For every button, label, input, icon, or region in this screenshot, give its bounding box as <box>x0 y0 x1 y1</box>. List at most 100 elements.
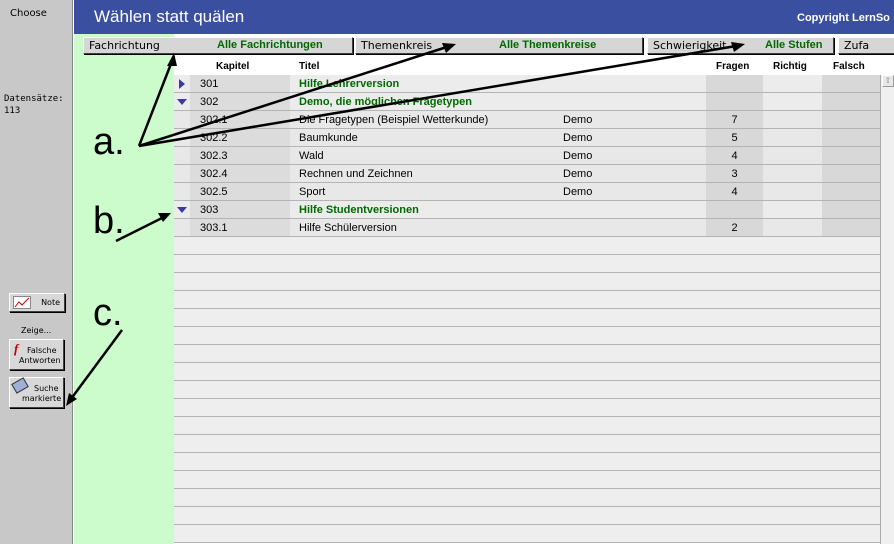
chapter-row[interactable]: 302.4 Rechnen und Zeichnen Demo 3 <box>174 165 880 183</box>
filter-fachrichtung-label: Fachrichtung <box>89 39 160 52</box>
chapter-row[interactable]: 302.2 Baumkunde Demo 5 <box>174 129 880 147</box>
filter-themenkreis-value: Alle Themenkreise <box>499 39 597 51</box>
falsch-cell <box>822 165 880 182</box>
empty-row <box>174 381 880 399</box>
chapter-group-row[interactable]: 301 Hilfe Lehrerversion <box>174 75 880 93</box>
chapter-row[interactable]: 302.1 Die Fragetypen (Beispiel Wetterkund… <box>174 111 880 129</box>
annotation-a: a. <box>93 121 125 163</box>
zeige-label: Zeige... <box>21 326 52 335</box>
search-marked-label-1: Suche <box>34 384 59 393</box>
empty-row <box>174 507 880 525</box>
typ-value: Demo <box>563 150 593 162</box>
kapitel-value: 302 <box>200 96 219 108</box>
column-header-titel[interactable]: Titel <box>299 61 319 72</box>
falsch-cell <box>822 219 880 236</box>
app-title: Wählen statt quälen <box>94 7 245 26</box>
fragen-value: 5 <box>731 132 738 144</box>
kapitel-value: 302.2 <box>200 132 228 144</box>
table-header: Kapitel Titel Fragen Richtig Falsch <box>174 58 894 75</box>
column-header-richtig[interactable]: Richtig <box>773 61 807 72</box>
titel-value: Die Fragetypen (Beispiel Wetterkunde) <box>299 114 489 126</box>
copyright-text: Copyright LernSo <box>797 12 890 24</box>
wrong-answers-label-1: Falsche <box>27 346 57 355</box>
fragen-value: 3 <box>731 168 738 180</box>
chart-icon <box>13 296 31 309</box>
fragen-value: 4 <box>731 150 738 162</box>
record-count-value: 113 <box>4 106 21 116</box>
empty-row <box>174 489 880 507</box>
chapter-row[interactable]: 303.1 Hilfe Schülerversion 2 <box>174 219 880 237</box>
titel-value: Sport <box>299 186 326 198</box>
filter-schwierigkeit[interactable]: Schwierigkeit Alle Stufen <box>647 37 834 54</box>
column-header-fragen[interactable]: Fragen <box>716 61 749 72</box>
chapter-group-row[interactable]: 303 Hilfe Studentversionen <box>174 201 880 219</box>
chapter-row[interactable]: 302.3 Wald Demo 4 <box>174 147 880 165</box>
filter-schwierigkeit-value: Alle Stufen <box>765 39 823 51</box>
kapitel-value: 302.3 <box>200 150 228 162</box>
fragen-cell <box>706 93 763 110</box>
kapitel-value: 303 <box>200 204 219 216</box>
column-header-falsch[interactable]: Falsch <box>833 61 865 72</box>
filter-zufall[interactable]: Zufa <box>838 37 894 54</box>
scroll-up-icon[interactable]: ⇧ <box>882 75 894 87</box>
fragen-cell <box>706 201 763 218</box>
fragen-cell <box>706 75 763 92</box>
typ-value: Demo <box>563 114 593 126</box>
empty-row <box>174 435 880 453</box>
search-marked-label-2: markierte <box>22 394 62 403</box>
falsch-cell <box>822 147 880 164</box>
wrong-answers-label-2: Antworten <box>19 356 61 365</box>
filter-themenkreis[interactable]: Themenkreis Alle Themenkreise <box>355 37 643 54</box>
collapsed-triangle-icon[interactable] <box>179 79 185 89</box>
filter-zufall-label: Zufa <box>844 39 870 52</box>
fragen-value: 7 <box>731 114 738 126</box>
filter-fachrichtung-value: Alle Fachrichtungen <box>217 39 323 51</box>
column-header-kapitel[interactable]: Kapitel <box>216 61 249 72</box>
filter-themenkreis-label: Themenkreis <box>361 39 433 52</box>
expanded-triangle-icon[interactable] <box>177 207 187 213</box>
falsch-cell <box>822 75 880 92</box>
annotation-b: b. <box>93 200 125 242</box>
filter-fachrichtung[interactable]: Fachrichtung Alle Fachrichtungen <box>83 37 353 54</box>
kapitel-value: 302.1 <box>200 114 228 126</box>
empty-row <box>174 327 880 345</box>
chapter-group-row[interactable]: 302 Demo, die möglichen Fragetypen <box>174 93 880 111</box>
titel-value: Wald <box>299 150 324 162</box>
filter-schwierigkeit-label: Schwierigkeit <box>653 39 727 52</box>
titel-value: Hilfe Lehrerversion <box>299 78 400 90</box>
choose-label: Choose <box>10 8 47 19</box>
note-button[interactable]: Note <box>9 293 65 312</box>
titel-value: Rechnen und Zeichnen <box>299 168 413 180</box>
fragen-value: 4 <box>731 186 738 198</box>
empty-row <box>174 471 880 489</box>
vertical-scrollbar[interactable]: ⇧ <box>880 75 894 544</box>
titel-value: Demo, die möglichen Fragetypen <box>299 96 472 108</box>
typ-value: Demo <box>563 168 593 180</box>
annotation-c: c. <box>93 292 123 334</box>
search-marked-button[interactable]: Suche markierte <box>9 377 64 408</box>
falsch-cell <box>822 93 880 110</box>
empty-row <box>174 363 880 381</box>
empty-row <box>174 237 880 255</box>
falsch-cell <box>822 201 880 218</box>
kapitel-value: 301 <box>200 78 219 90</box>
empty-row <box>174 255 880 273</box>
expanded-triangle-icon[interactable] <box>177 99 187 105</box>
empty-row <box>174 291 880 309</box>
fragen-value: 2 <box>731 222 738 234</box>
typ-value: Demo <box>563 132 593 144</box>
falsch-cell <box>822 183 880 200</box>
chapter-row[interactable]: 302.5 Sport Demo 4 <box>174 183 880 201</box>
wrong-answers-button[interactable]: f Falsche Antworten <box>9 339 64 370</box>
falsch-cell <box>822 129 880 146</box>
f-icon: f <box>14 341 19 356</box>
kapitel-value: 302.4 <box>200 168 228 180</box>
falsch-cell <box>822 111 880 128</box>
note-button-label: Note <box>41 298 60 307</box>
titel-value: Baumkunde <box>299 132 358 144</box>
chapter-list: 301 Hilfe Lehrerversion 302 Demo, die mögli… <box>174 75 880 544</box>
sidebar: Choose Datensätze: 113 Note Zeige... f F… <box>0 0 73 544</box>
titel-value: Hilfe Studentversionen <box>299 204 419 216</box>
titel-value: Hilfe Schülerversion <box>299 222 397 234</box>
typ-value: Demo <box>563 186 593 198</box>
